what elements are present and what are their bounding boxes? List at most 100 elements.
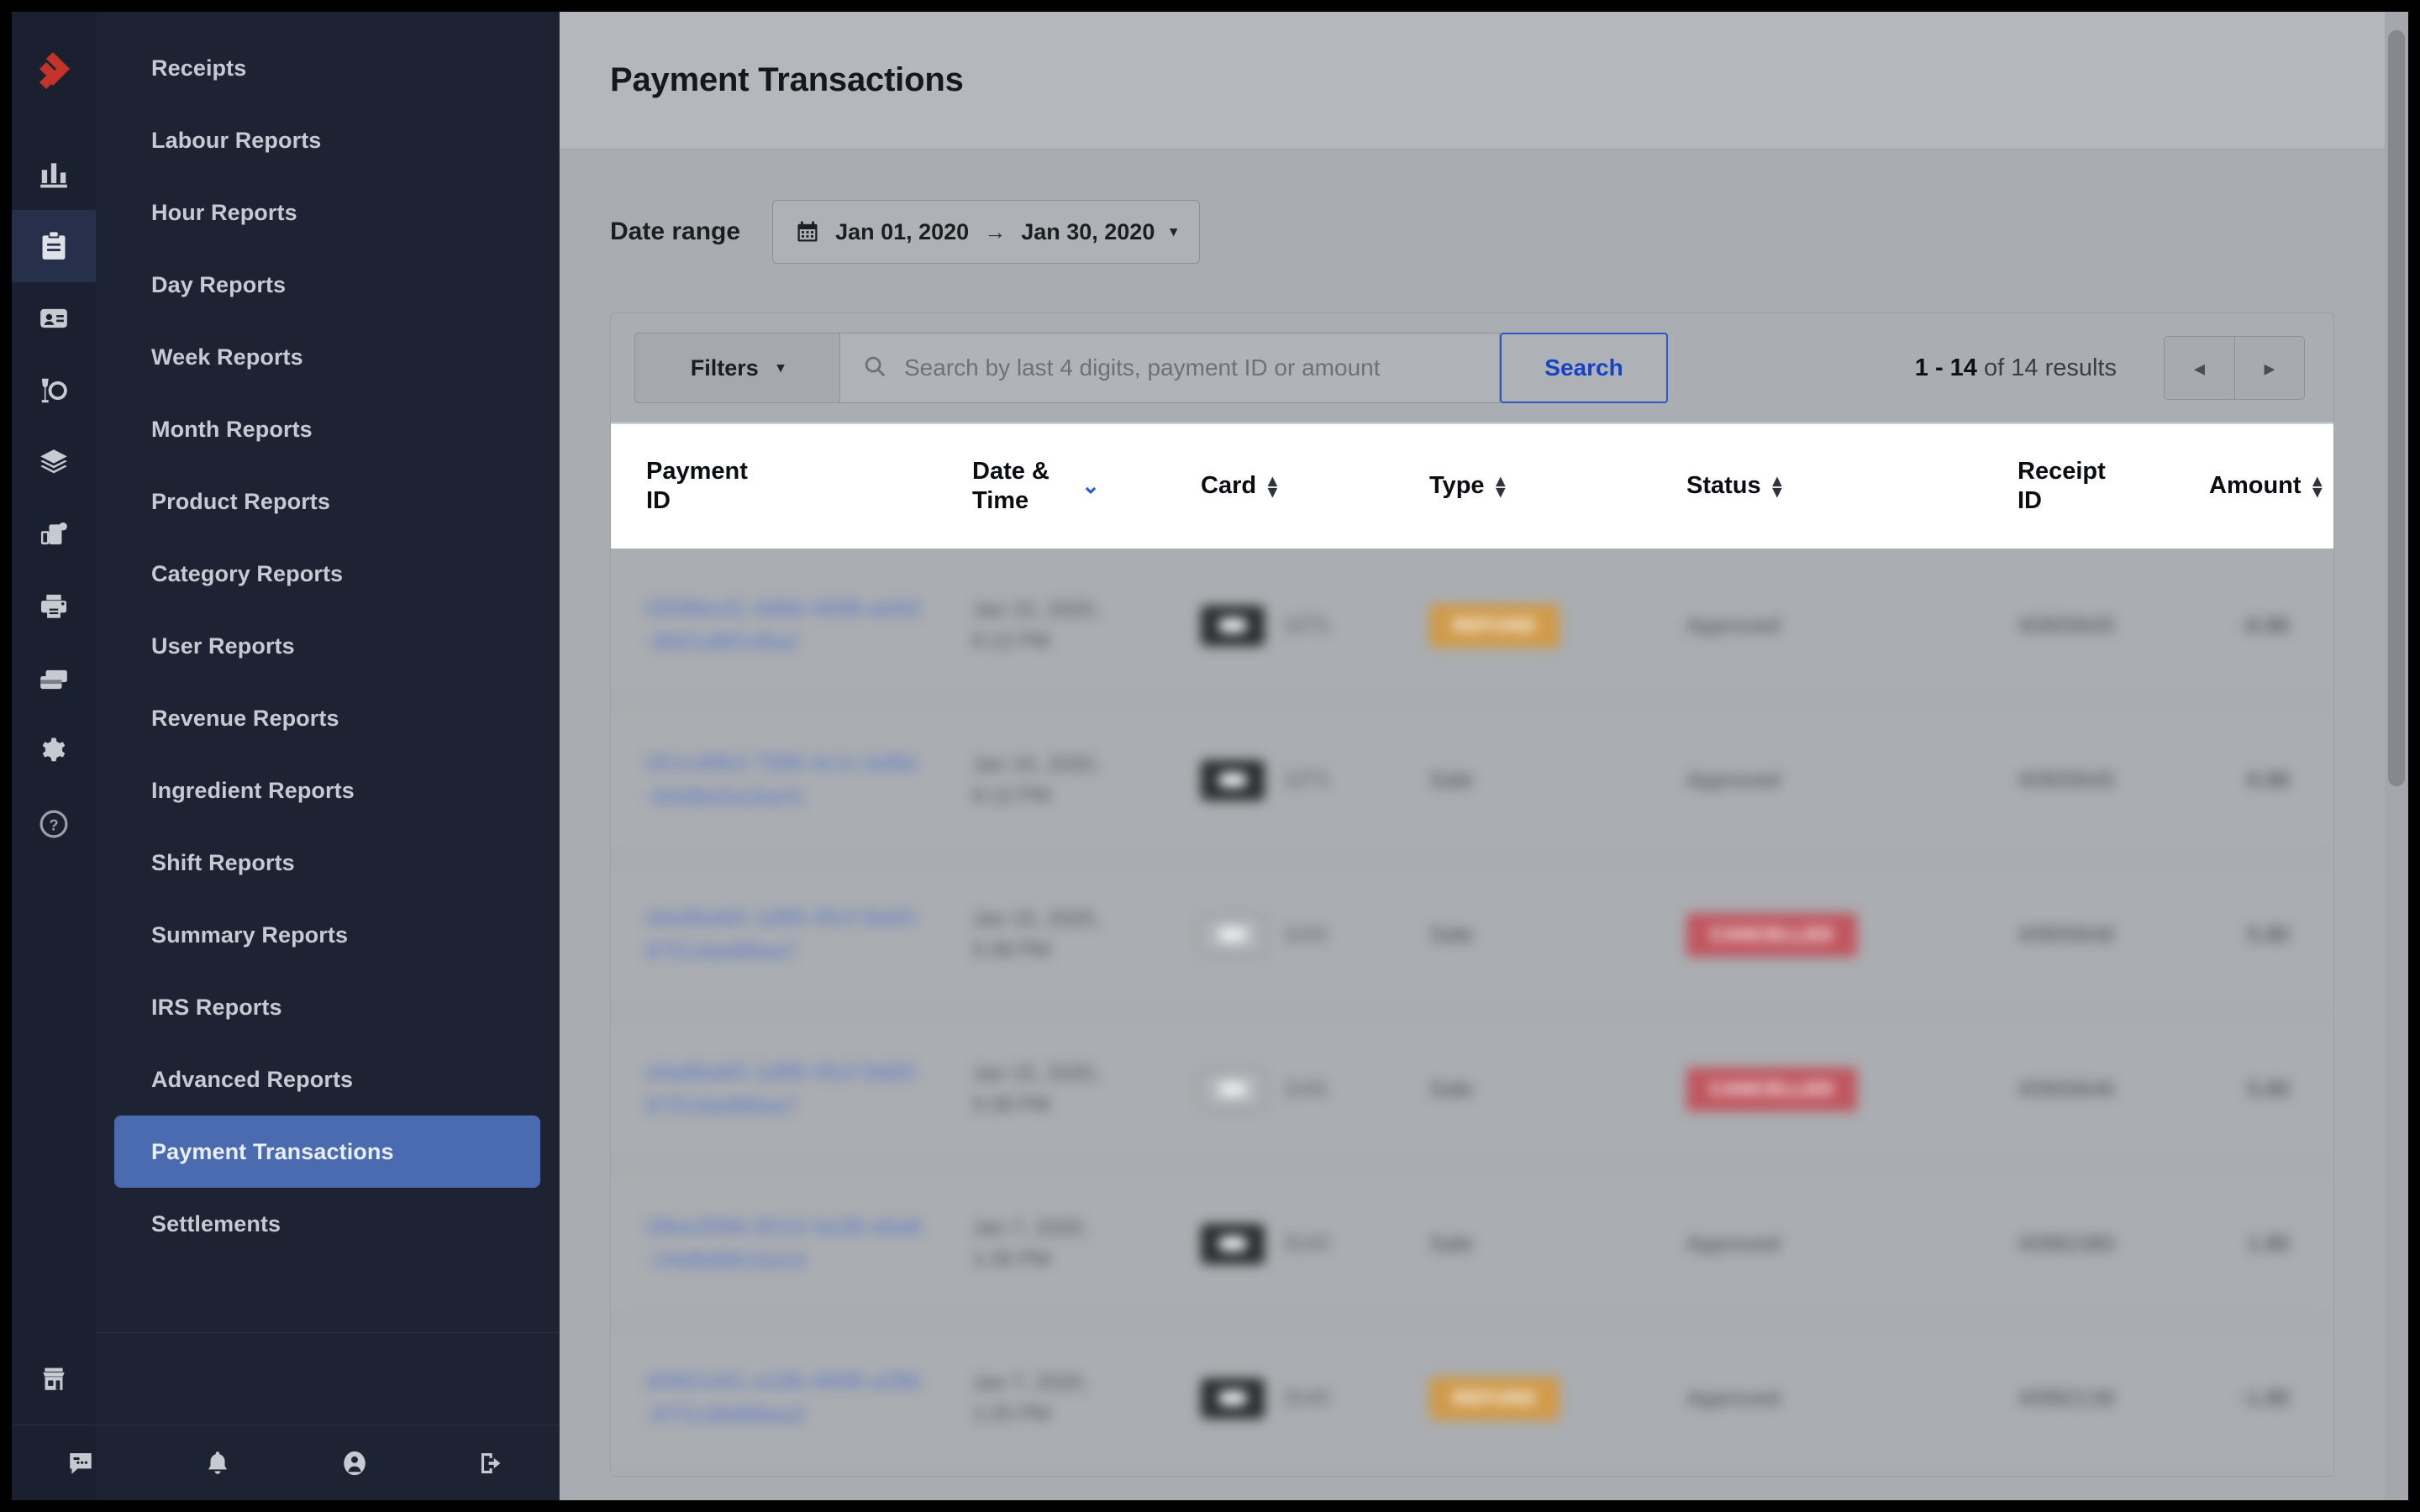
cell-amount: 6.86: [2209, 767, 2333, 793]
next-page-button[interactable]: ▸: [2234, 336, 2305, 400]
cell-receipt-id: 40982138: [2018, 1385, 2209, 1411]
sidebar-item-advanced-reports[interactable]: Advanced Reports: [114, 1043, 540, 1116]
search-button[interactable]: Search: [1500, 333, 1668, 403]
payment-id-link[interactable]: d0901d41-a18b-4898-a28b-8751d8d88aa3: [646, 1365, 923, 1431]
sidebar-item-label: Shift Reports: [151, 849, 295, 875]
account-icon[interactable]: [286, 1449, 423, 1478]
cell-status: CANCELLED: [1686, 912, 2018, 957]
sidebar-item-payment-transactions[interactable]: Payment Transactions: [114, 1116, 540, 1188]
sidebar-item-hour-reports[interactable]: Hour Reports: [114, 176, 540, 249]
column-header-status[interactable]: Status ▴ ▾: [1686, 471, 2018, 501]
sidebar-item-shift-reports[interactable]: Shift Reports: [114, 827, 540, 899]
table-row[interactable]: 08ea30bb-801d-4a38-a6a8-24d8d8810a1d Jan …: [611, 1167, 2333, 1321]
sort-desc-icon[interactable]: ⌄: [1081, 473, 1100, 500]
filters-button[interactable]: Filters ▾: [634, 333, 839, 403]
bottom-icon-bar: [12, 1425, 560, 1500]
payment-id-link[interactable]: 0008bcd1-4d8d-4698-ad4d-8601d8f148a2: [646, 592, 923, 658]
chevron-down-icon[interactable]: ▾: [1170, 223, 1177, 240]
devices-icon[interactable]: [12, 499, 96, 571]
bar-chart-icon[interactable]: [12, 138, 96, 210]
table-row[interactable]: 0008bcd1-4d8d-4698-ad4d-8601d8f148a2 Jan …: [611, 549, 2333, 703]
column-header-card[interactable]: Card ▴ ▾: [1201, 471, 1429, 501]
sidebar-item-label: IRS Reports: [151, 994, 282, 1020]
help-icon[interactable]: ?: [12, 788, 96, 860]
layers-icon[interactable]: [12, 427, 96, 499]
glass-plate-icon[interactable]: [12, 354, 96, 427]
sidebar-item-revenue-reports[interactable]: Revenue Reports: [114, 682, 540, 754]
sidebar-item-label: User Reports: [151, 633, 295, 659]
sidebar-item-summary-reports[interactable]: Summary Reports: [114, 899, 540, 971]
table-header-row: Payment ID Date & Time ⌄ Card ▴ ▾ Type ▴ ▾ Status…: [611, 423, 2333, 549]
printer-icon[interactable]: [12, 571, 96, 643]
amount-text: -1.80: [2239, 1385, 2290, 1410]
prev-page-button[interactable]: ◂: [2164, 336, 2234, 400]
table-row[interactable]: 001cd9b3-7586-4c1c-bd8e-84d8e0a1ba41 Jan …: [611, 703, 2333, 858]
search-icon: [862, 354, 887, 383]
sort-toggle-icon[interactable]: ▴ ▾: [2313, 472, 2323, 501]
sidebar-item-settlements[interactable]: Settlements: [114, 1188, 540, 1260]
sidebar-item-label: Week Reports: [151, 344, 303, 370]
id-card-icon[interactable]: [12, 282, 96, 354]
icon-rail: ?: [12, 12, 96, 1500]
gear-icon[interactable]: [12, 716, 96, 788]
column-header-amount[interactable]: Amount ▴ ▾: [2209, 471, 2333, 501]
cell-card: 3142: [1201, 1378, 1429, 1419]
payment-id-link[interactable]: 001cd9b3-7586-4c1c-bd8e-84d8e0a1ba41: [646, 747, 923, 812]
date-time-text: Jan 15, 2020, 6:12 PM: [972, 753, 1100, 807]
payment-id-link[interactable]: 08ea30bb-801d-4a38-a6a8-24d8d8810a1d: [646, 1210, 923, 1276]
sidebar-item-product-reports[interactable]: Product Reports: [114, 465, 540, 538]
cell-receipt-id: 40900645: [2018, 612, 2209, 638]
pagination-area: 1 - 14 of 14 results ◂ ▸: [1668, 336, 2310, 400]
cell-status: CANCELLED: [1686, 1067, 2018, 1111]
column-header-date-time[interactable]: Date & Time ⌄: [972, 457, 1201, 517]
payment-id-link[interactable]: eba8bab5-1d89-45cf-8ab5-8751dad88aa7: [646, 1056, 923, 1121]
sidebar-item-irs-reports[interactable]: IRS Reports: [114, 971, 540, 1043]
cell-payment-id: d0901d41-a18b-4898-a28b-8751d8d88aa3: [611, 1365, 972, 1431]
sort-toggle-icon[interactable]: ▴ ▾: [1497, 472, 1506, 501]
sidebar-item-ingredient-reports[interactable]: Ingredient Reports: [114, 754, 540, 827]
sort-toggle-icon[interactable]: ▴ ▾: [1268, 472, 1277, 501]
application-window: ? Receipts Labour Reports Hour Reports Day …: [12, 12, 2408, 1500]
chat-icon[interactable]: [12, 1449, 149, 1478]
sidebar-item-receipts[interactable]: Receipts: [114, 32, 540, 104]
page-header: Payment Transactions: [560, 12, 2408, 150]
sidebar-item-category-reports[interactable]: Category Reports: [114, 538, 540, 610]
column-header-type[interactable]: Type ▴ ▾: [1429, 471, 1686, 501]
sidebar-item-month-reports[interactable]: Month Reports: [114, 393, 540, 465]
logout-icon[interactable]: [423, 1449, 560, 1478]
table-row[interactable]: eba8bab5-1d89-45cf-8ab5-8751dad88aa7 Jan …: [611, 858, 2333, 1012]
cards-icon[interactable]: [12, 643, 96, 716]
vertical-scrollbar[interactable]: [2385, 12, 2408, 1500]
store-selector[interactable]: [43, 1333, 559, 1425]
sidebar-item-user-reports[interactable]: User Reports: [114, 610, 540, 682]
sidebar-item-label: Hour Reports: [151, 199, 297, 225]
cell-date-time: Jan 7, 2020, 1:25 PM: [972, 1368, 1201, 1429]
card-last4: 3142: [1283, 1386, 1330, 1410]
type-value: REFUND: [1429, 603, 1560, 648]
lightspeed-flame-logo[interactable]: [12, 12, 96, 138]
search-field-wrap[interactable]: [839, 333, 1500, 403]
store-icon[interactable]: [12, 1365, 96, 1394]
cell-payment-id: 0008bcd1-4d8d-4698-ad4d-8601d8f148a2: [611, 592, 972, 658]
search-input[interactable]: [904, 354, 1499, 381]
cell-type: Sale: [1429, 1076, 1686, 1102]
table-row[interactable]: eba8bab5-1d89-45cf-8ab5-8751dad88aa7 Jan …: [611, 1012, 2333, 1167]
date-range-picker[interactable]: Jan 01, 2020 → Jan 30, 2020 ▾: [772, 200, 1200, 264]
bell-icon[interactable]: [149, 1449, 286, 1478]
column-header-label: Payment ID: [646, 457, 748, 514]
sidebar-item-label: Day Reports: [151, 271, 287, 297]
payment-id-link[interactable]: eba8bab5-1d89-45cf-8ab5-8751dad88aa7: [646, 901, 923, 967]
sidebar-item-day-reports[interactable]: Day Reports: [114, 249, 540, 321]
scrollbar-thumb[interactable]: [2388, 30, 2405, 786]
sidebar-item-label: Labour Reports: [151, 127, 322, 153]
sidebar-item-labour-reports[interactable]: Labour Reports: [114, 104, 540, 176]
submenu-list[interactable]: Receipts Labour Reports Hour Reports Day Re…: [96, 12, 559, 1332]
clipboard-icon[interactable]: [12, 210, 96, 282]
sort-toggle-icon[interactable]: ▴ ▾: [1773, 472, 1782, 501]
sidebar-item-label: Receipts: [151, 55, 247, 81]
sidebar-item-label: Month Reports: [151, 416, 313, 442]
table-row[interactable]: d0901d41-a18b-4898-a28b-8751d8d88aa3 Jan …: [611, 1321, 2333, 1476]
date-range-arrow: →: [984, 218, 1007, 244]
status-badge: CANCELLED: [1686, 912, 1858, 957]
sidebar-item-week-reports[interactable]: Week Reports: [114, 321, 540, 393]
